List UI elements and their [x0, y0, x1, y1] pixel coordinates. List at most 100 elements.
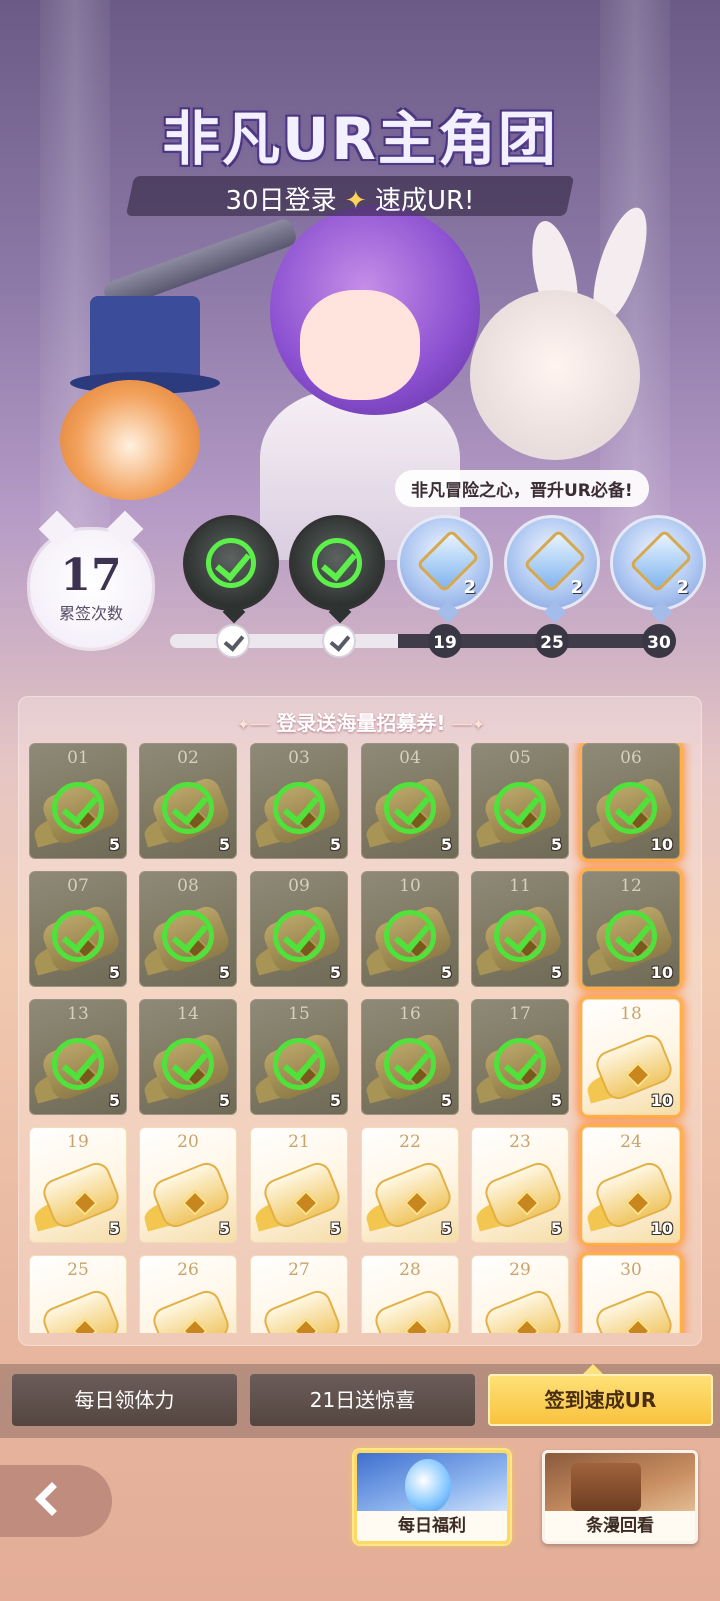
- divider-ornament-icon: ✦──: [236, 715, 270, 734]
- check-icon: [273, 782, 325, 834]
- check-icon: [494, 782, 546, 834]
- check-icon: [384, 910, 436, 962]
- day-reward-cell[interactable]: 09 5: [250, 871, 348, 987]
- reward-quantity: 5: [218, 835, 230, 854]
- day-reward-cell[interactable]: 11 5: [471, 871, 569, 987]
- day-reward-cell[interactable]: 12 10: [582, 871, 680, 987]
- day-number: 29: [509, 1260, 531, 1280]
- reward-quantity: 5: [440, 835, 452, 854]
- day-reward-cell[interactable]: 25: [29, 1255, 127, 1333]
- day-reward-cell[interactable]: 27: [250, 1255, 348, 1333]
- day-reward-cell[interactable]: 05 5: [471, 743, 569, 859]
- day-reward-cell[interactable]: 03 5: [250, 743, 348, 859]
- bubble-tail: [649, 600, 673, 624]
- check-icon: [605, 782, 657, 834]
- reward-quantity: 5: [550, 835, 562, 854]
- counter-label: 累签次数: [58, 604, 123, 623]
- day-reward-cell[interactable]: 17 5: [471, 999, 569, 1115]
- back-button[interactable]: [0, 1465, 112, 1537]
- reward-quantity: 5: [550, 963, 562, 982]
- day-reward-cell[interactable]: 22 5: [361, 1127, 459, 1243]
- divider-ornament-icon: ──✦: [452, 715, 486, 734]
- day-number: 14: [177, 1004, 199, 1024]
- reward-quantity: 5: [550, 1219, 562, 1238]
- day-number: 10: [399, 876, 421, 896]
- reward-quantity: 5: [329, 1219, 341, 1238]
- milestone-qty: 2: [676, 577, 689, 598]
- daily-benefits-label: 每日福利: [357, 1511, 507, 1541]
- milestone-reward-3[interactable]: 2: [397, 515, 493, 624]
- day-reward-cell[interactable]: 23 5: [471, 1127, 569, 1243]
- day-number: 06: [620, 748, 642, 768]
- reward-quantity: 5: [329, 835, 341, 854]
- day-reward-cell[interactable]: 08 5: [139, 871, 237, 987]
- day-reward-cell[interactable]: 21 5: [250, 1127, 348, 1243]
- day-number: 05: [509, 748, 531, 768]
- day-number: 19: [67, 1132, 89, 1152]
- fox-hat-art: [90, 296, 200, 382]
- check-icon: [384, 782, 436, 834]
- milestone-reward-1[interactable]: [183, 515, 279, 624]
- day-reward-cell[interactable]: 13 5: [29, 999, 127, 1115]
- day-number: 30: [620, 1260, 642, 1280]
- day-reward-cell[interactable]: 14 5: [139, 999, 237, 1115]
- event-subtitle: 30日登录 ✦ 速成UR!: [130, 180, 570, 217]
- day-reward-cell[interactable]: 19 5: [29, 1127, 127, 1243]
- reward-quantity: 5: [218, 1219, 230, 1238]
- day-number: 16: [399, 1004, 421, 1024]
- tab-21-day-surprise[interactable]: 21日送惊喜: [250, 1374, 475, 1426]
- daily-benefits-button[interactable]: 每日福利: [354, 1450, 510, 1544]
- bubble-tail: [436, 600, 460, 624]
- progress-node-done: [216, 624, 250, 658]
- day-reward-cell[interactable]: 07 5: [29, 871, 127, 987]
- reward-quantity: 10: [650, 835, 673, 854]
- day-reward-cell[interactable]: 29: [471, 1255, 569, 1333]
- tab-sign-in-ur[interactable]: 签到速成UR: [488, 1364, 713, 1426]
- milestone-reward-4[interactable]: 2: [504, 515, 600, 624]
- day-reward-cell[interactable]: 18 10: [582, 999, 680, 1115]
- day-number: 08: [177, 876, 199, 896]
- day-number: 27: [288, 1260, 310, 1280]
- day-reward-cell[interactable]: 20 5: [139, 1127, 237, 1243]
- check-icon: [273, 910, 325, 962]
- reward-quantity: 5: [440, 1091, 452, 1110]
- milestone-reward-2[interactable]: [289, 515, 385, 624]
- check-icon: [52, 1038, 104, 1090]
- day-reward-cell[interactable]: 28: [361, 1255, 459, 1333]
- day-number: 17: [509, 1004, 531, 1024]
- day-reward-cell[interactable]: 10 5: [361, 871, 459, 987]
- tab-daily-stamina[interactable]: 每日领体力: [12, 1374, 237, 1426]
- event-banner: 非凡UR主角团 30日登录 ✦ 速成UR! 非凡冒险之心，晋升UR必备! 17 …: [0, 0, 720, 690]
- bubble-tail: [543, 600, 567, 624]
- girl-face-art: [300, 290, 420, 400]
- sparkle-icon: ✦: [344, 186, 367, 216]
- reward-quantity: 5: [108, 835, 120, 854]
- day-number: 25: [67, 1260, 89, 1280]
- check-icon: [605, 910, 657, 962]
- day-reward-cell[interactable]: 01 5: [29, 743, 127, 859]
- day-reward-cell[interactable]: 04 5: [361, 743, 459, 859]
- counter-value: 17: [60, 550, 122, 601]
- day-reward-cell[interactable]: 06 10: [582, 743, 680, 859]
- check-icon: [206, 538, 256, 588]
- comic-replay-button[interactable]: 条漫回看: [542, 1450, 698, 1544]
- check-icon: [162, 1038, 214, 1090]
- day-number: 20: [177, 1132, 199, 1152]
- day-reward-cell[interactable]: 24 10: [582, 1127, 680, 1243]
- check-icon: [494, 910, 546, 962]
- reward-quantity: 5: [329, 1091, 341, 1110]
- day-number: 09: [288, 876, 310, 896]
- day-reward-cell[interactable]: 16 5: [361, 999, 459, 1115]
- day-reward-cell[interactable]: 02 5: [139, 743, 237, 859]
- milestone-reward-5[interactable]: 2: [610, 515, 706, 624]
- reward-quantity: 5: [440, 1219, 452, 1238]
- panel-title-text: 登录送海量招募券!: [276, 711, 446, 735]
- day-number: 04: [399, 748, 421, 768]
- key-orb-icon: [405, 1459, 451, 1513]
- reward-quantity: 10: [650, 1091, 673, 1110]
- day-reward-cell[interactable]: 30: [582, 1255, 680, 1333]
- day-number: 18: [620, 1004, 642, 1024]
- day-reward-cell[interactable]: 26: [139, 1255, 237, 1333]
- daily-benefits-art: [357, 1453, 507, 1517]
- day-reward-cell[interactable]: 15 5: [250, 999, 348, 1115]
